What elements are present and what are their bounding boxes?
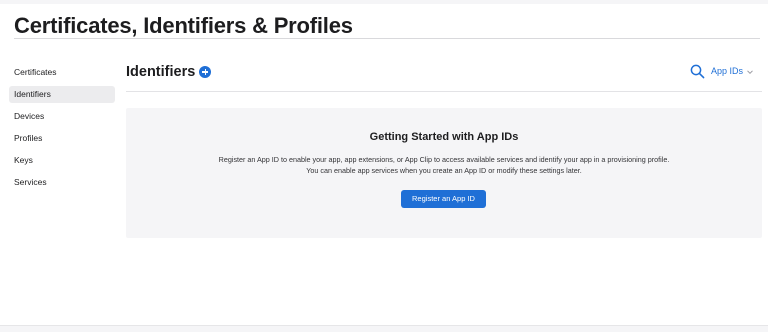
- sidebar-item-identifiers[interactable]: Identifiers: [9, 86, 115, 103]
- sidebar-item-services[interactable]: Services: [9, 174, 115, 191]
- app-ids-filter-select[interactable]: App IDs: [711, 64, 754, 79]
- bottom-strip: [0, 325, 768, 332]
- title-divider: [14, 38, 760, 39]
- search-icon[interactable]: [690, 64, 705, 79]
- page-title: Certificates, Identifiers & Profiles: [14, 13, 353, 38]
- sidebar-item-keys[interactable]: Keys: [9, 152, 115, 169]
- filter-label: App IDs: [711, 66, 744, 76]
- plus-circle-icon[interactable]: [199, 66, 212, 78]
- empty-state-title: Getting Started with App IDs: [369, 131, 519, 143]
- sidebar-item-profiles[interactable]: Profiles: [9, 130, 115, 147]
- sidebar-item-devices[interactable]: Devices: [9, 108, 115, 125]
- empty-state-card: Getting Started with App IDs Register an…: [126, 108, 762, 238]
- chevron-down-icon: [747, 69, 753, 74]
- empty-state-description: Register an App ID to enable your app, a…: [126, 154, 762, 176]
- section-header: Identifiers: [126, 62, 212, 82]
- top-strip: [0, 0, 768, 4]
- section-title: Identifiers: [126, 64, 196, 80]
- empty-state-description-line-2: You can enable app services when you cre…: [306, 166, 582, 175]
- section-divider: [126, 91, 762, 92]
- empty-state-description-line-1: Register an App ID to enable your app, a…: [218, 155, 670, 164]
- register-app-id-button[interactable]: Register an App ID: [401, 190, 486, 208]
- sidebar: Certificates Identifiers Devices Profile…: [9, 64, 115, 196]
- sidebar-item-certificates[interactable]: Certificates: [9, 64, 115, 81]
